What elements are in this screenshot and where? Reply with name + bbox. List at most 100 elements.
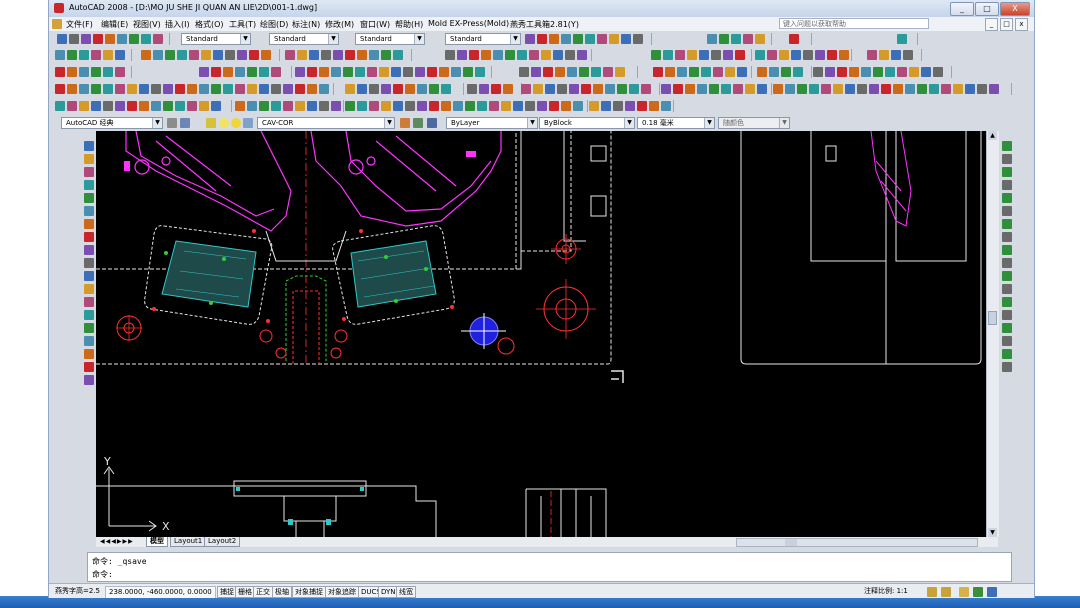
toolbar-button-icon[interactable]	[333, 50, 343, 60]
toolbar-button-icon[interactable]	[187, 84, 197, 94]
command-window[interactable]: 命令: _qsave 命令:	[87, 552, 1012, 582]
toolbar-button-icon[interactable]	[127, 101, 137, 111]
linetype-combo[interactable]: ByBlock ▼	[539, 117, 635, 129]
toolbar-button-icon[interactable]	[529, 50, 539, 60]
toolbar-button-icon[interactable]	[481, 50, 491, 60]
draw-tool-icon[interactable]	[84, 245, 94, 255]
toolbar-button-icon[interactable]	[989, 84, 999, 94]
toolbar-button-icon[interactable]	[271, 101, 281, 111]
toolbar-button-icon[interactable]	[283, 101, 293, 111]
toolbar-button-icon[interactable]	[67, 101, 77, 111]
toolbar-button-icon[interactable]	[79, 67, 89, 77]
toolbar-button-icon[interactable]	[809, 84, 819, 94]
toolbar-button-icon[interactable]	[733, 84, 743, 94]
toolbar-button-icon[interactable]	[565, 50, 575, 60]
toolbar-button-icon[interactable]	[779, 50, 789, 60]
toolbar-button-icon[interactable]	[355, 67, 365, 77]
lock-icon[interactable]	[959, 587, 969, 597]
draw-tool-icon[interactable]	[84, 349, 94, 359]
toolbar-button-icon[interactable]	[525, 34, 535, 44]
toolbar-button-icon[interactable]	[637, 101, 647, 111]
toolbar-button-icon[interactable]	[259, 67, 269, 77]
toolbar-button-icon[interactable]	[549, 101, 559, 111]
toolbar-button-icon[interactable]	[517, 50, 527, 60]
toolbar-button-icon[interactable]	[211, 84, 221, 94]
toolbar-button-icon[interactable]	[405, 101, 415, 111]
toolbar-button-icon[interactable]	[223, 67, 233, 77]
table-style-combo[interactable]: Standard ▼	[355, 33, 425, 45]
toolbar-button-icon[interactable]	[573, 101, 583, 111]
toolbar-button-icon[interactable]	[815, 50, 825, 60]
toolbar-button-icon[interactable]	[555, 67, 565, 77]
plotstyle-combo[interactable]: 随颜色 ▼	[718, 117, 790, 129]
toolbar-button-icon[interactable]	[661, 84, 671, 94]
toolbar-button-icon[interactable]	[151, 84, 161, 94]
toolbar-button-icon[interactable]	[93, 34, 103, 44]
toolbar-button-icon[interactable]	[897, 34, 907, 44]
osnap-toggle[interactable]: 对象捕捉	[292, 586, 326, 598]
toolbar-button-icon[interactable]	[541, 50, 551, 60]
toolbar-button-icon[interactable]	[615, 67, 625, 77]
toolbar-button-icon[interactable]	[491, 84, 501, 94]
modify-tool-icon[interactable]	[1002, 232, 1012, 242]
toolbar-button-icon[interactable]	[867, 50, 877, 60]
toolbar-button-icon[interactable]	[163, 101, 173, 111]
toolbar-button-icon[interactable]	[55, 67, 65, 77]
modify-tool-icon[interactable]	[1002, 336, 1012, 346]
draw-tool-icon[interactable]	[84, 258, 94, 268]
toolbar-button-icon[interactable]	[489, 101, 499, 111]
toolbar-button-icon[interactable]	[557, 84, 567, 94]
sun-icon[interactable]	[231, 118, 241, 128]
modify-tool-icon[interactable]	[1002, 297, 1012, 307]
toolbar-button-icon[interactable]	[153, 34, 163, 44]
toolbar-button-icon[interactable]	[369, 84, 379, 94]
toolbar-button-icon[interactable]	[295, 67, 305, 77]
toolbar-button-icon[interactable]	[403, 67, 413, 77]
toolbar-button-icon[interactable]	[641, 84, 651, 94]
draw-tool-icon[interactable]	[84, 375, 94, 385]
toolbar-button-icon[interactable]	[601, 101, 611, 111]
toolbar-button-icon[interactable]	[319, 67, 329, 77]
toolbar-button-icon[interactable]	[711, 50, 721, 60]
toolbar-button-icon[interactable]	[91, 50, 101, 60]
tab-layout2[interactable]: Layout2	[204, 537, 241, 547]
toolbar-button-icon[interactable]	[543, 67, 553, 77]
toolbar-button-icon[interactable]	[429, 101, 439, 111]
close-button[interactable]: X	[1000, 2, 1030, 16]
help-search-input[interactable]: 键入问题以获取帮助	[779, 18, 929, 29]
multileader-style-combo[interactable]: Standard ▼	[445, 33, 521, 45]
toolbar-button-icon[interactable]	[163, 84, 173, 94]
toolbar-button-icon[interactable]	[567, 67, 577, 77]
toolbar-button-icon[interactable]	[57, 34, 67, 44]
toolbar-button-icon[interactable]	[755, 34, 765, 44]
toolbar-button-icon[interactable]	[781, 67, 791, 77]
toolbar-button-icon[interactable]	[69, 34, 79, 44]
toolbar-button-icon[interactable]	[467, 84, 477, 94]
modify-tool-icon[interactable]	[1002, 167, 1012, 177]
toolbar-button-icon[interactable]	[211, 67, 221, 77]
toolbar-button-icon[interactable]	[91, 101, 101, 111]
toolbar-button-icon[interactable]	[687, 50, 697, 60]
toolbar-button-icon[interactable]	[199, 101, 209, 111]
toolbar-button-icon[interactable]	[79, 101, 89, 111]
toolbar-button-icon[interactable]	[891, 50, 901, 60]
toolbar-button-icon[interactable]	[839, 50, 849, 60]
toolbar-button-icon[interactable]	[357, 101, 367, 111]
toolbar-button-icon[interactable]	[505, 50, 515, 60]
scroll-down-icon[interactable]: ▼	[988, 528, 997, 537]
toolbar-button-icon[interactable]	[649, 101, 659, 111]
toolbar-button-icon[interactable]	[861, 67, 871, 77]
toolbar-button-icon[interactable]	[319, 101, 329, 111]
menu-tools[interactable]: 工具(T)	[229, 19, 256, 30]
toolbar-button-icon[interactable]	[605, 84, 615, 94]
toolbar-button-icon[interactable]	[247, 67, 257, 77]
toolbar-button-icon[interactable]	[501, 101, 511, 111]
modify-tool-icon[interactable]	[1002, 284, 1012, 294]
toolbar-button-icon[interactable]	[429, 84, 439, 94]
toolbar-button-icon[interactable]	[821, 84, 831, 94]
toolbar-button-icon[interactable]	[129, 34, 139, 44]
toolbar-button-icon[interactable]	[827, 50, 837, 60]
toolbar-button-icon[interactable]	[723, 50, 733, 60]
toolbar-button-icon[interactable]	[719, 34, 729, 44]
toolbar-button-icon[interactable]	[127, 84, 137, 94]
